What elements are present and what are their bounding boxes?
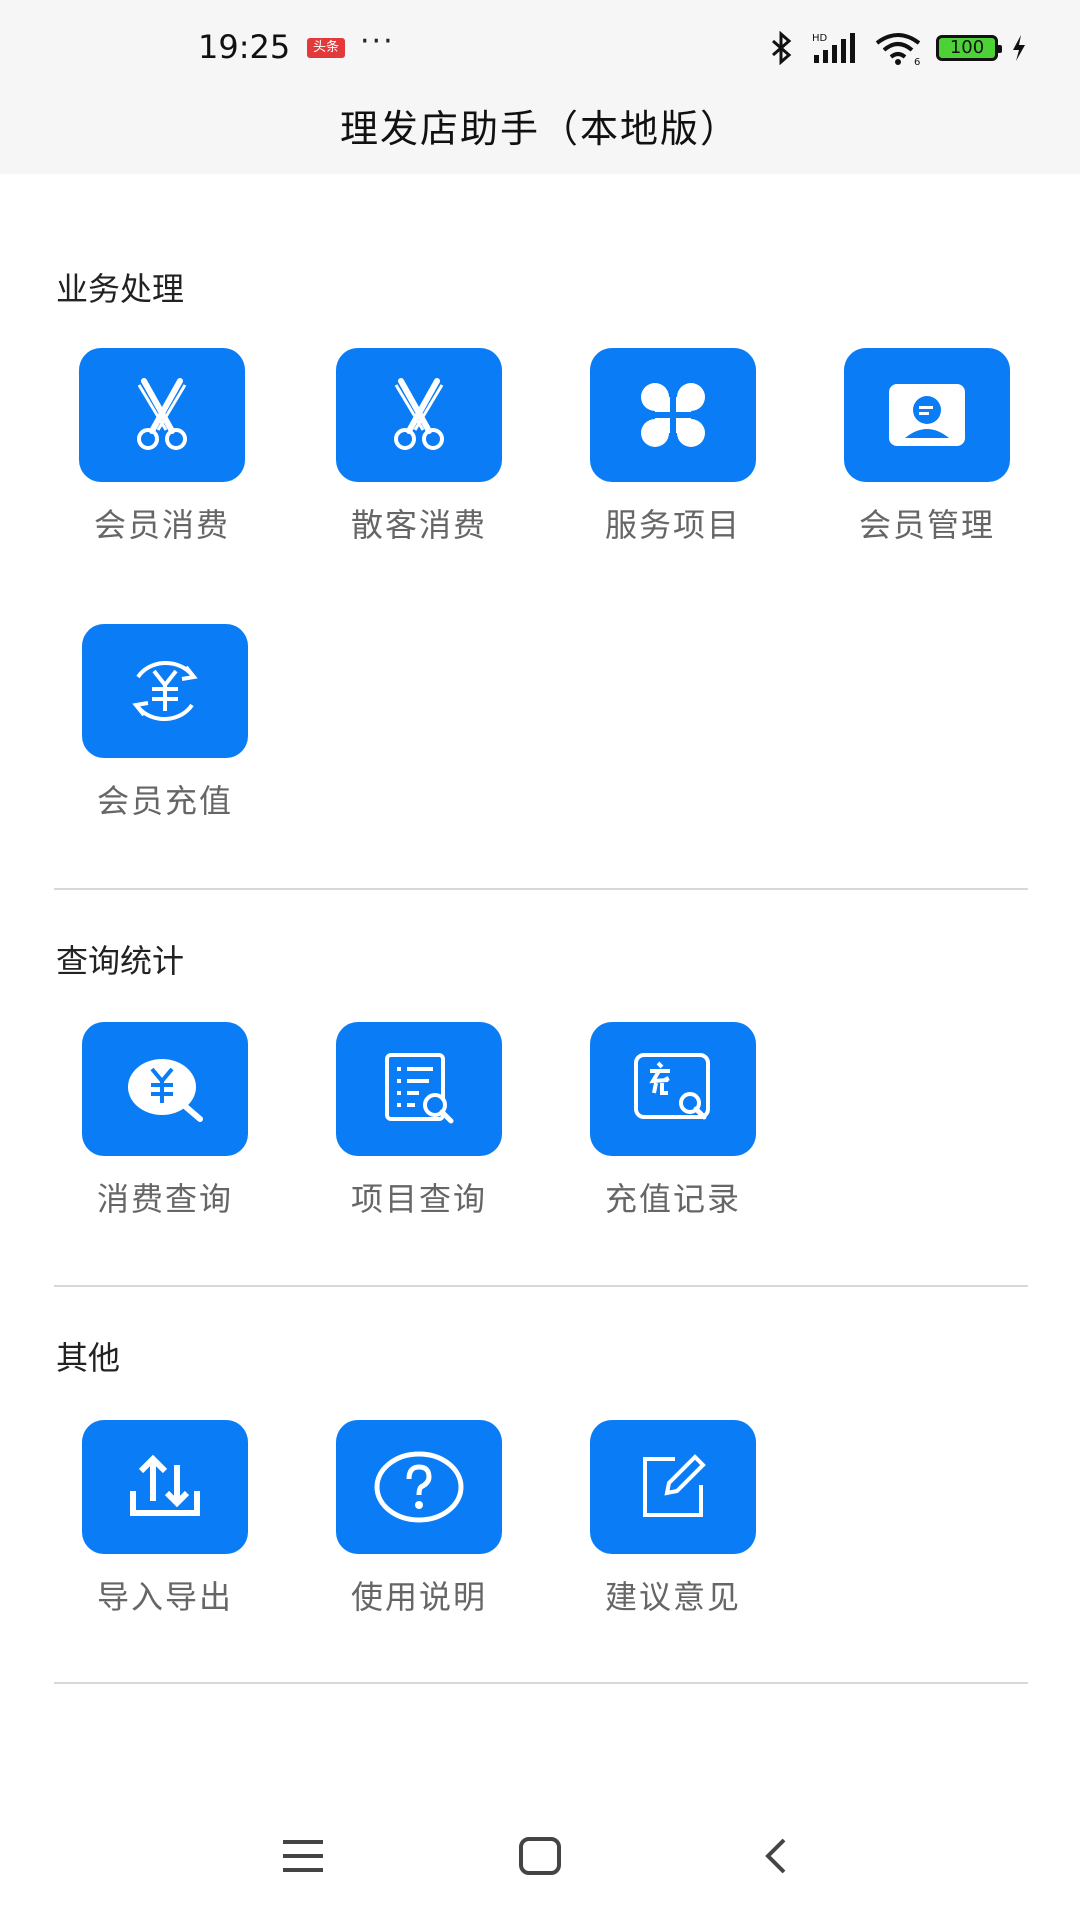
tile-user-guide[interactable]: 使用说明: [316, 1420, 516, 1640]
tile-import-export[interactable]: 导入导出: [62, 1420, 262, 1640]
tile-label: 导入导出: [96, 1578, 233, 1616]
tile-item-query[interactable]: 项目查询: [316, 1022, 516, 1242]
tile-icon-box: [336, 348, 502, 482]
tile-label: 项目查询: [350, 1180, 487, 1218]
tile-member-recharge[interactable]: 会员充值: [62, 624, 262, 844]
tile-consumption-query[interactable]: 消费查询: [62, 1022, 262, 1242]
clover-icon: [641, 383, 705, 447]
section-divider: [54, 1285, 1028, 1287]
system-nav-bar: [0, 1800, 1080, 1920]
tile-icon-box: [79, 348, 245, 482]
scissors-icon: [394, 378, 444, 450]
tile-label: 消费查询: [96, 1180, 233, 1218]
charging-icon: [1013, 35, 1025, 61]
more-notifications-icon: ···: [360, 24, 395, 59]
import-export-icon: [130, 1454, 200, 1516]
scissors-icon: [137, 378, 187, 450]
section-title-other: 其他: [56, 1339, 121, 1377]
tile-recharge-records[interactable]: 充值记录: [570, 1022, 770, 1242]
tile-icon-box: [82, 1022, 248, 1156]
svg-text:HD: HD: [812, 33, 828, 44]
yuan-refresh-icon: [132, 661, 198, 721]
nav-menu-button[interactable]: [273, 1826, 333, 1886]
tile-label: 会员充值: [96, 782, 233, 820]
status-time: 19:25: [198, 28, 291, 66]
page-title: 理发店助手（本地版）: [339, 107, 740, 151]
notification-badge: 头条: [307, 38, 345, 58]
nav-home-button[interactable]: [510, 1826, 570, 1886]
tile-label: 服务项目: [604, 506, 741, 544]
tile-icon-box: [844, 348, 1010, 482]
edit-icon: [643, 1454, 706, 1517]
section-title-query: 查询统计: [56, 942, 185, 980]
tile-label: 使用说明: [350, 1578, 487, 1616]
tile-label: 建议意见: [604, 1578, 741, 1616]
section-divider: [54, 1682, 1028, 1684]
top-bar: 19:25 头条 ··· HD 6 100 理发店助手（本地版）: [0, 0, 1080, 174]
tile-member-consumption[interactable]: 会员消费: [59, 348, 259, 568]
tile-icon-box: [336, 1022, 502, 1156]
wifi-icon: 6: [875, 33, 920, 65]
tile-label: 会员管理: [858, 506, 995, 544]
help-icon: [374, 1451, 464, 1523]
tile-icon-box: [82, 1420, 248, 1554]
tile-service-items[interactable]: 服务项目: [570, 348, 770, 568]
tile-icon-box: [590, 348, 756, 482]
tile-label: 充值记录: [604, 1180, 741, 1218]
tile-feedback[interactable]: 建议意见: [570, 1420, 770, 1640]
member-card-icon: [889, 384, 965, 446]
tile-icon-box: [336, 1420, 502, 1554]
tile-icon-box: [82, 624, 248, 758]
back-icon: [765, 1838, 786, 1874]
status-icons: HD 6 100: [764, 28, 1028, 68]
tile-icon-box: [590, 1420, 756, 1554]
tile-label: 散客消费: [350, 506, 487, 544]
signal-icon: HD: [812, 33, 855, 63]
list-search-icon: [385, 1053, 454, 1124]
section-divider: [54, 888, 1028, 890]
bluetooth-icon: [772, 31, 792, 65]
nav-back-button[interactable]: [746, 1826, 806, 1886]
recharge-search-icon: [634, 1053, 710, 1120]
home-icon: [519, 1837, 561, 1875]
section-title-business: 业务处理: [56, 270, 185, 308]
tile-walkin-consumption[interactable]: 散客消费: [316, 348, 516, 568]
yuan-search-icon: [128, 1059, 203, 1122]
menu-icon: [283, 1840, 323, 1872]
tile-member-management[interactable]: 会员管理: [824, 348, 1024, 568]
svg-text:6: 6: [914, 57, 920, 65]
tile-label: 会员消费: [93, 506, 230, 544]
tile-icon-box: [590, 1022, 756, 1156]
battery-icon: 100: [936, 35, 1002, 61]
